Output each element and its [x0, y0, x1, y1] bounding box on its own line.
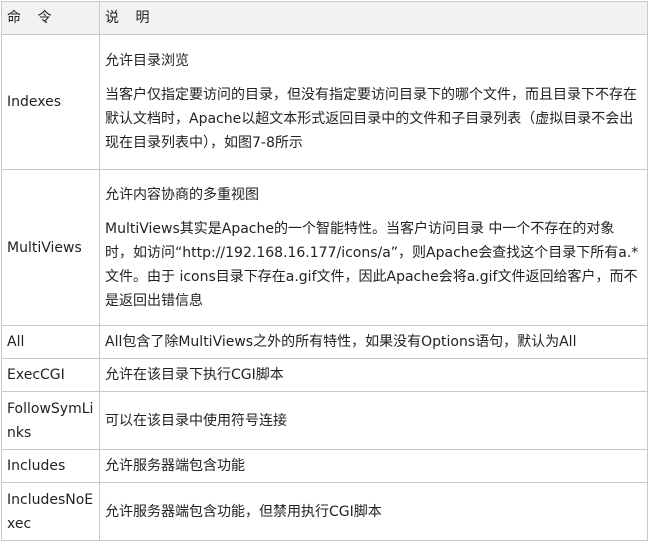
- description-detail: 当客户仅指定要访问的目录，但没有指定要访问目录下的哪个文件，而且目录下不存在默认…: [105, 87, 637, 151]
- description-cell: All包含了除MultiViews之外的所有特性，如果没有Options语句，默…: [99, 325, 648, 359]
- description-summary: 允许在该目录下执行CGI脚本: [105, 367, 284, 383]
- header-row: 命 令 说 明: [1, 1, 648, 35]
- description-summary: All包含了除MultiViews之外的所有特性，如果没有Options语句，默…: [105, 334, 577, 350]
- description-summary: 允许目录浏览: [105, 53, 189, 69]
- command-cell: All: [1, 325, 100, 359]
- command-cell: ExecCGI: [1, 358, 100, 392]
- command-cell: FollowSymLinks: [1, 391, 100, 450]
- command-cell: MultiViews: [1, 169, 100, 326]
- description-summary: 允许内容协商的多重视图: [105, 186, 259, 203]
- table-row: IncludesNoExec 允许服务器端包含功能，但禁用执行CGI脚本: [1, 482, 648, 541]
- table-row: ExecCGI 允许在该目录下执行CGI脚本: [1, 358, 648, 392]
- table-row: All All包含了除MultiViews之外的所有特性，如果没有Options…: [1, 325, 648, 359]
- table-row: Includes 允许服务器端包含功能: [1, 449, 648, 483]
- table-row: FollowSymLinks 可以在该目录中使用符号连接: [1, 391, 648, 450]
- description-summary: 允许服务器端包含功能，但禁用执行CGI脚本: [105, 503, 382, 520]
- description-summary: 可以在该目录中使用符号连接: [105, 412, 287, 429]
- description-detail: MultiViews其实是Apache的一个智能特性。当客户访问目录 中一个不存…: [105, 220, 639, 309]
- description-cell: 允许服务器端包含功能: [99, 449, 648, 483]
- description-cell: 允许在该目录下执行CGI脚本: [99, 358, 648, 392]
- header-description: 说 明: [99, 1, 648, 35]
- table-row: Indexes 允许目录浏览 当客户仅指定要访问的目录，但没有指定要访问目录下的…: [1, 34, 648, 170]
- header-command: 命 令: [1, 1, 100, 35]
- description-summary: 允许服务器端包含功能: [105, 458, 245, 474]
- description-cell: 可以在该目录中使用符号连接: [99, 391, 648, 450]
- table-row: MultiViews 允许内容协商的多重视图 MultiViews其实是Apac…: [1, 169, 648, 326]
- description-cell: 允许服务器端包含功能，但禁用执行CGI脚本: [99, 482, 648, 541]
- options-table: 命 令 说 明 Indexes 允许目录浏览 当客户仅指定要访问的目录，但没有指…: [1, 1, 648, 541]
- description-cell: 允许目录浏览 当客户仅指定要访问的目录，但没有指定要访问目录下的哪个文件，而且目…: [99, 34, 648, 170]
- command-cell: Includes: [1, 449, 100, 483]
- command-cell: IncludesNoExec: [1, 482, 100, 541]
- description-cell: 允许内容协商的多重视图 MultiViews其实是Apache的一个智能特性。当…: [99, 169, 648, 326]
- command-cell: Indexes: [1, 34, 100, 170]
